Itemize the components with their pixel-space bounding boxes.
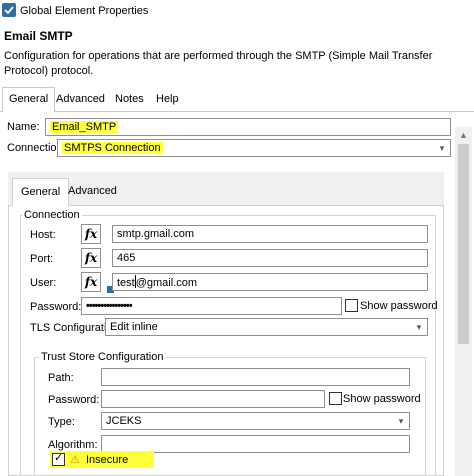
show-password-label: Show password [360, 300, 438, 312]
port-label: Port: [30, 253, 54, 265]
connection-value: SMTPS Connection [62, 142, 163, 154]
name-input[interactable]: Email_SMTP [45, 118, 451, 136]
password-input[interactable]: •••••••••••••••• [81, 297, 342, 315]
host-label: Host: [30, 229, 56, 241]
dialog-header: Email SMTP Configuration for operations … [0, 22, 474, 84]
trust-type-value: JCEKS [106, 415, 142, 427]
tab-help[interactable]: Help [150, 88, 185, 112]
window-title: Global Element Properties [20, 5, 149, 17]
trust-type-label: Type: [48, 416, 75, 428]
tab-advanced[interactable]: Advanced [50, 88, 111, 112]
chevron-down-icon[interactable]: ▾ [411, 319, 427, 335]
trust-store-legend: Trust Store Configuration [39, 351, 166, 363]
inner-tab-advanced[interactable]: Advanced [60, 178, 125, 206]
insecure-label: Insecure [86, 454, 129, 466]
password-label: Password: [30, 301, 82, 313]
chevron-down-icon[interactable]: ▾ [434, 140, 450, 156]
trust-password-label: Password: [48, 394, 100, 406]
tls-value: Edit inline [110, 321, 158, 333]
connection-group-legend: Connection [22, 209, 82, 221]
name-value: Email_SMTP [50, 121, 119, 133]
trust-type-select[interactable]: JCEKS ▾ [101, 412, 410, 430]
title-bar: Global Element Properties [0, 0, 474, 22]
trust-show-password-label: Show password [343, 393, 421, 405]
show-password-checkbox[interactable] [345, 299, 358, 312]
port-fx-icon[interactable]: fx [81, 248, 101, 268]
scroll-up-icon[interactable]: ▲ [455, 127, 472, 144]
chevron-down-icon[interactable]: ▾ [393, 413, 409, 429]
name-label: Name: [7, 121, 40, 133]
app-icon [2, 3, 16, 17]
host-fx-icon[interactable]: fx [81, 224, 101, 244]
header-title: Email SMTP [4, 29, 73, 43]
tls-select[interactable]: Edit inline ▾ [105, 318, 428, 336]
trust-show-password-checkbox[interactable] [329, 392, 342, 405]
user-value-start: test [117, 277, 135, 289]
trust-path-label: Path: [48, 372, 74, 384]
inner-tab-bar: General Advanced [8, 172, 444, 206]
connection-select[interactable]: SMTPS Connection ▾ [57, 139, 451, 157]
port-input[interactable]: 465 [112, 249, 428, 267]
top-tab-bar: General Advanced Notes Help [0, 84, 474, 113]
header-description: Configuration for operations that are pe… [4, 50, 433, 77]
warning-icon: ⚠ [70, 454, 80, 466]
user-label: User: [30, 277, 57, 289]
vertical-scrollbar[interactable]: ▲ [455, 127, 472, 476]
user-value-end: @gmail.com [135, 277, 198, 289]
insecure-checkbox[interactable] [52, 451, 65, 466]
trust-password-input[interactable] [101, 390, 325, 408]
user-input[interactable]: test@gmail.com [112, 273, 428, 291]
user-fx-icon[interactable]: fx [81, 272, 101, 292]
connection-label: Connection [7, 142, 63, 154]
tab-general[interactable]: General [2, 87, 56, 113]
trust-algorithm-label: Algorithm: [48, 439, 98, 451]
tab-notes[interactable]: Notes [109, 88, 150, 112]
scroll-thumb[interactable] [458, 144, 469, 344]
trust-path-input[interactable] [101, 368, 410, 386]
host-input[interactable]: smtp.gmail.com [112, 225, 428, 243]
